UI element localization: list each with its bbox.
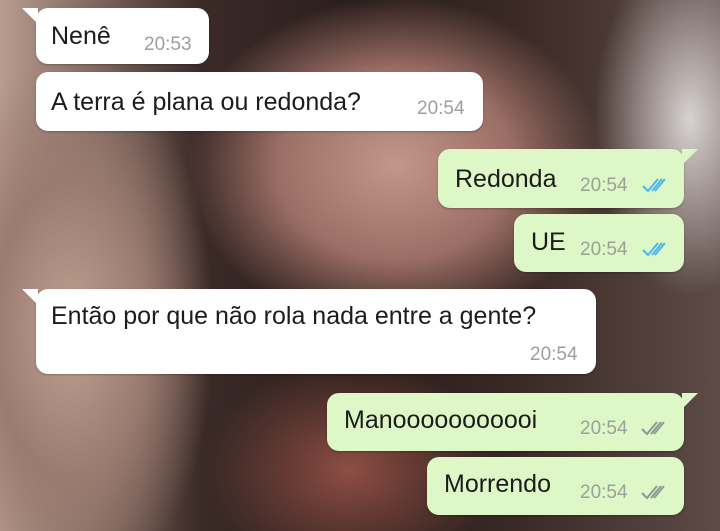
message-text: Nenê	[51, 22, 111, 50]
message-text: Manooooooooooi	[344, 406, 538, 434]
double-check-gray-icon	[641, 485, 665, 500]
double-check-blue-icon	[642, 178, 666, 193]
double-check-blue-icon	[642, 242, 666, 257]
message-incoming[interactable]: Nenê 20:53	[22, 8, 209, 64]
message-incoming[interactable]: Então por que não rola nada entre a gent…	[22, 289, 596, 374]
message-time: 20:54	[580, 482, 628, 503]
message-text: Morrendo	[444, 470, 551, 498]
message-time: 20:54	[580, 239, 628, 260]
message-text: UE	[531, 228, 566, 256]
message-outgoing[interactable]: Manooooooooooi 20:54	[327, 393, 698, 451]
message-time: 20:54	[417, 98, 465, 119]
message-text: Redonda	[455, 165, 557, 193]
double-check-gray-icon	[641, 421, 665, 436]
message-outgoing[interactable]: Redonda 20:54	[438, 149, 698, 208]
message-outgoing[interactable]: Morrendo 20:54	[427, 457, 684, 515]
message-outgoing[interactable]: UE 20:54	[514, 214, 684, 272]
message-time: 20:54	[530, 344, 578, 365]
message-time: 20:54	[580, 418, 628, 439]
message-time: 20:54	[580, 175, 628, 196]
message-text: Então por que não rola nada entre a gent…	[51, 302, 537, 330]
message-text: A terra é plana ou redonda?	[51, 88, 361, 116]
message-time: 20:53	[144, 34, 192, 55]
message-incoming[interactable]: A terra é plana ou redonda? 20:54	[36, 72, 483, 131]
